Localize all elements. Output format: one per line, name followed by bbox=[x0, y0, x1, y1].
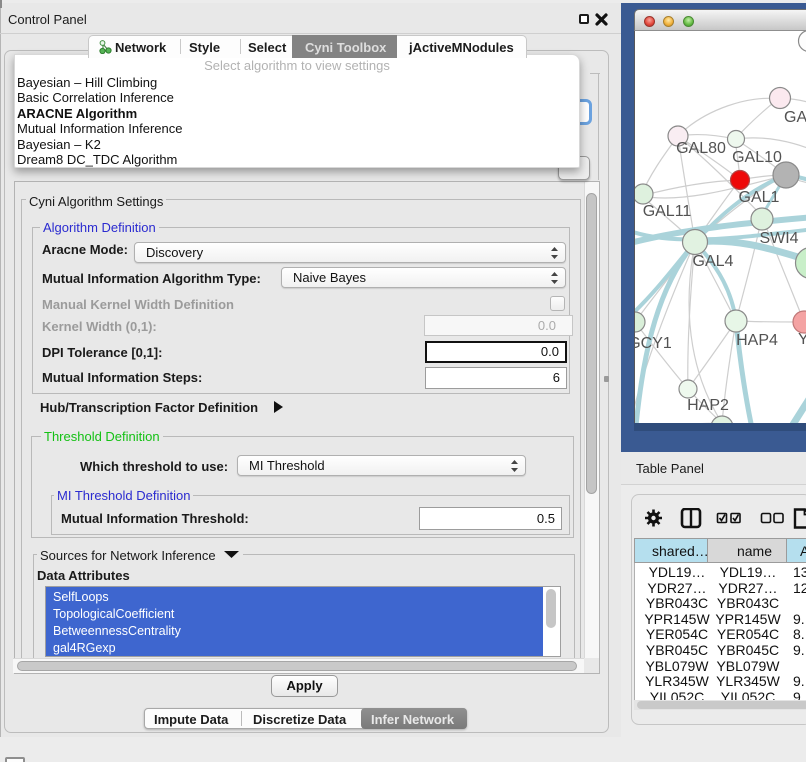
svg-text:HAP4: HAP4 bbox=[736, 332, 778, 349]
svg-text:GAL4: GAL4 bbox=[693, 253, 734, 270]
svg-text:HAP2: HAP2 bbox=[687, 397, 729, 414]
svg-text:SWI4: SWI4 bbox=[759, 230, 798, 247]
svg-text:GAL1: GAL1 bbox=[739, 189, 780, 206]
svg-text:Y: Y bbox=[798, 331, 806, 348]
svg-text:GAL2: GAL2 bbox=[784, 109, 806, 126]
svg-text:GAL11: GAL11 bbox=[643, 203, 692, 220]
svg-text:GCY1: GCY1 bbox=[635, 335, 672, 352]
svg-text:GAL80: GAL80 bbox=[676, 140, 726, 157]
svg-text:GAL10: GAL10 bbox=[732, 149, 782, 166]
